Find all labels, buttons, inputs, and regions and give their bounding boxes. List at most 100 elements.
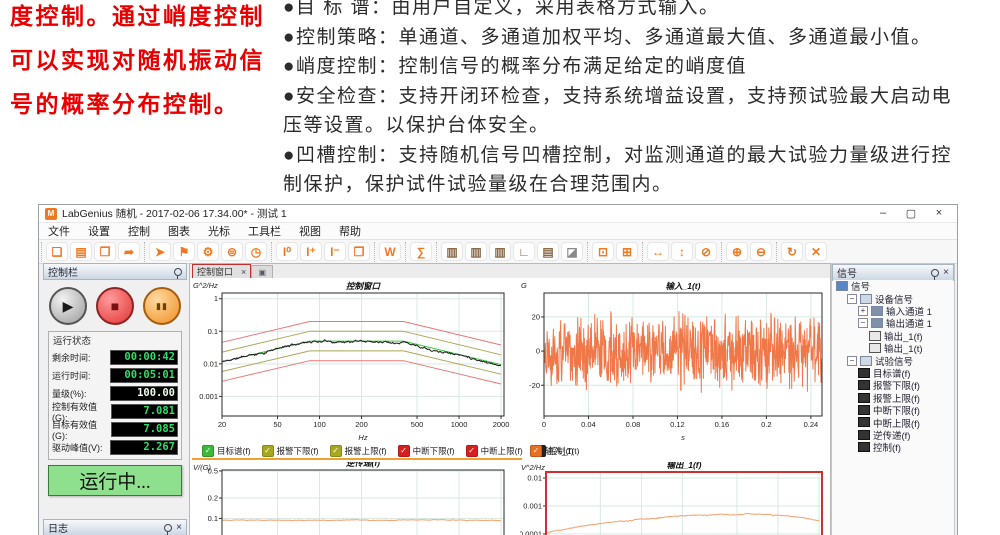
chart-view-1-icon[interactable]: ▥ bbox=[441, 242, 463, 261]
minimize-button[interactable]: – bbox=[871, 207, 895, 220]
chart-view-2-icon[interactable]: ▥ bbox=[465, 242, 487, 261]
close-icon[interactable]: × bbox=[943, 268, 949, 278]
play-button[interactable]: ▶ bbox=[49, 287, 87, 325]
timer-icon[interactable]: ◷ bbox=[245, 242, 267, 261]
fit-all-icon[interactable]: ✕ bbox=[805, 242, 827, 261]
menu-item-3[interactable]: 控制 bbox=[119, 223, 159, 239]
refresh-icon[interactable]: ↻ bbox=[781, 242, 803, 261]
menu-item-4[interactable]: 图表 bbox=[159, 223, 199, 239]
legend-label: 中断上限(f) bbox=[481, 445, 523, 457]
export-icon[interactable]: ➦ bbox=[118, 242, 140, 261]
toolbar-group: ∑ bbox=[405, 242, 436, 262]
chart-control-window[interactable]: 20501002005001000200010.10.010.001控制窗口G^… bbox=[192, 280, 514, 442]
legend-checkbox[interactable]: ✓ bbox=[398, 445, 410, 457]
svg-text:100: 100 bbox=[313, 420, 326, 429]
menu-item-2[interactable]: 设置 bbox=[79, 223, 119, 239]
pin-icon[interactable] bbox=[174, 268, 182, 276]
tree-item[interactable]: −输出通道 1 bbox=[833, 317, 953, 329]
cursor-l-minus-icon[interactable]: I⁻ bbox=[324, 242, 346, 261]
tree-item[interactable]: −设备信号 bbox=[833, 292, 953, 304]
sum-stats-icon[interactable]: ∑ bbox=[410, 242, 432, 261]
word-report-icon[interactable]: W bbox=[379, 242, 401, 261]
legend-checkbox[interactable]: ✓ bbox=[330, 445, 342, 457]
legend-checkbox[interactable]: ✓ bbox=[202, 445, 214, 457]
tree-item[interactable]: 输出_1(f) bbox=[833, 330, 953, 342]
menu-item-7[interactable]: 视图 bbox=[290, 223, 330, 239]
menu-item-1[interactable]: 文件 bbox=[39, 223, 79, 239]
pause-button[interactable]: ▮▮ bbox=[143, 287, 181, 325]
snapshot-tab[interactable]: ▣ bbox=[251, 265, 273, 278]
tree-item[interactable]: 逆传递(f) bbox=[833, 429, 953, 441]
tree-item[interactable]: 报警下限(f) bbox=[833, 379, 953, 391]
signal-tree: 信号−设备信号+输入通道 1−输出通道 1输出_1(f)输出_1(t)−试验信号… bbox=[833, 280, 953, 535]
running-status-banner: 运行中... bbox=[48, 465, 182, 496]
save-icon[interactable]: ▤ bbox=[70, 242, 92, 261]
tab-control-window[interactable]: 控制窗口 × bbox=[192, 264, 251, 278]
tree-item[interactable]: +输入通道 1 bbox=[833, 305, 953, 317]
tile-windows-icon[interactable]: ⊞ bbox=[616, 242, 638, 261]
menu-item-5[interactable]: 光标 bbox=[199, 223, 239, 239]
cursor-l-plus-icon[interactable]: I⁺ bbox=[300, 242, 322, 261]
tree-item[interactable]: 控制(f) bbox=[833, 441, 953, 453]
panel-view-icon[interactable]: ▤ bbox=[537, 242, 559, 261]
close-button[interactable]: × bbox=[927, 207, 951, 220]
legend-checkbox[interactable]: ✓ bbox=[466, 445, 478, 457]
toolbar-group: ⊡⊞ bbox=[587, 242, 642, 262]
tree-expander-icon[interactable]: + bbox=[858, 306, 868, 316]
tree-item[interactable]: 中断下限(f) bbox=[833, 404, 953, 416]
fit-horizontal-icon[interactable]: ↔ bbox=[647, 242, 669, 261]
status-field-row: 运行时间:00:05:01 bbox=[52, 366, 178, 384]
chart-inverse-transfer[interactable]: 0.50.20.10.05逆传递(f)V/(G) bbox=[192, 462, 514, 535]
link-windows-icon[interactable]: ⊡ bbox=[592, 242, 614, 261]
tree-expander-icon[interactable]: − bbox=[847, 356, 857, 366]
split-view-icon[interactable]: ◪ bbox=[561, 242, 583, 261]
chart-input-time[interactable]: 00.040.080.120.160.20.24200-20输入_1(t)Gs bbox=[520, 280, 828, 442]
filter-disc-icon[interactable]: ⊜ bbox=[221, 242, 243, 261]
zoom-out-icon[interactable]: ⊖ bbox=[750, 242, 772, 261]
tree-item[interactable]: 输出_1(t) bbox=[833, 342, 953, 354]
tree-item[interactable]: −试验信号 bbox=[833, 354, 953, 366]
signal-dock-header: 信号 × bbox=[832, 264, 954, 281]
close-icon[interactable]: × bbox=[176, 523, 182, 533]
run-schedule-icon[interactable]: ➤ bbox=[149, 242, 171, 261]
svg-text:0.1: 0.1 bbox=[208, 327, 218, 336]
new-file-icon[interactable]: ❏ bbox=[46, 242, 68, 261]
tab-close-icon[interactable]: × bbox=[241, 267, 246, 277]
tree-item[interactable]: 信号 bbox=[833, 280, 953, 292]
toolbar: ❏▤❒➦➤⚑⚙⊜◷I⁰I⁺I⁻❐W∑▥▥▥∟▤◪⊡⊞↔↕⊘⊕⊖↻✕ bbox=[39, 240, 957, 264]
auto-scale-icon[interactable]: ⊘ bbox=[695, 242, 717, 261]
open-icon[interactable]: ❒ bbox=[94, 242, 116, 261]
svg-text:0: 0 bbox=[536, 347, 540, 356]
cursor-l0-icon[interactable]: I⁰ bbox=[276, 242, 298, 261]
settings-icon[interactable]: ⚙ bbox=[197, 242, 219, 261]
menu-item-6[interactable]: 工具栏 bbox=[239, 223, 290, 239]
toolbar-group: ❏▤❒➦ bbox=[41, 242, 144, 262]
pin-icon[interactable] bbox=[931, 269, 939, 277]
fit-vertical-icon[interactable]: ↕ bbox=[671, 242, 693, 261]
legend-checkbox[interactable]: ✓ bbox=[530, 445, 542, 457]
pin-icon[interactable] bbox=[164, 524, 172, 532]
menu-item-8[interactable]: 帮助 bbox=[330, 223, 370, 239]
status-field-row: 剩余时间:00:00:42 bbox=[52, 348, 178, 366]
legend-label: 目标谱(f) bbox=[217, 445, 251, 457]
signal-dock-title: 信号 bbox=[837, 265, 857, 280]
svg-text:1: 1 bbox=[214, 294, 218, 303]
axes-view-icon[interactable]: ∟ bbox=[513, 242, 535, 261]
tree-item[interactable]: 报警上限(f) bbox=[833, 392, 953, 404]
chart-output-freq[interactable]: 0.010.0010.0001输出_1(f)V^2/Hz bbox=[520, 462, 828, 535]
svg-text:0.1: 0.1 bbox=[208, 514, 218, 523]
tree-item[interactable]: 目标谱(f) bbox=[833, 367, 953, 379]
tree-expander-icon[interactable]: − bbox=[858, 318, 868, 328]
legend-label: 中断下限(f) bbox=[413, 445, 455, 457]
tree-expander-icon[interactable]: − bbox=[847, 294, 857, 304]
stop-button[interactable]: ■ bbox=[96, 287, 134, 325]
chart-view-3-icon[interactable]: ▥ bbox=[489, 242, 511, 261]
tree-item[interactable]: 中断上限(f) bbox=[833, 416, 953, 428]
zoom-in-icon[interactable]: ⊕ bbox=[726, 242, 748, 261]
restore-button[interactable]: ▢ bbox=[899, 207, 923, 220]
test-signal-icon bbox=[858, 417, 870, 427]
duplicate-window-icon[interactable]: ❐ bbox=[348, 242, 370, 261]
legend-checkbox[interactable]: ✓ bbox=[262, 445, 274, 457]
marker-flag-icon[interactable]: ⚑ bbox=[173, 242, 195, 261]
svg-text:20: 20 bbox=[218, 420, 226, 429]
